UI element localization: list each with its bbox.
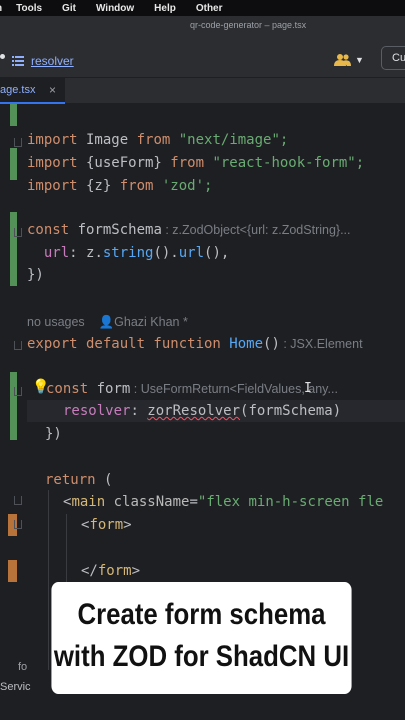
tab-page-tsx[interactable]: age.tsx × [0,78,65,104]
code-line-form-close: </form> [81,563,141,579]
chevron-down-icon[interactable]: ▼ [355,55,364,65]
code-line-form: const form : UseFormReturn<FieldValues, … [46,381,338,397]
list-icon[interactable] [12,53,24,66]
code-line-close: }) [27,267,44,283]
fold-marker[interactable] [14,496,22,505]
error-highlight[interactable]: zorResolver [147,403,240,419]
menu-item-window[interactable]: Window [96,3,134,14]
author-hint[interactable]: Ghazi Khan * [114,315,188,329]
toolbar: resolver ▼ Cu [0,36,405,78]
fold-marker[interactable] [14,228,22,237]
fold-marker[interactable] [14,520,22,529]
person-icon: 👤 [98,315,115,329]
text-cursor-icon: I [304,381,312,396]
change-marker [10,212,17,286]
window-title: qr-code-generator – page.tsx [190,20,307,30]
fold-marker[interactable] [14,341,22,350]
users-icon[interactable] [334,53,352,71]
change-marker [10,104,17,126]
close-icon[interactable]: × [49,83,56,97]
menu-item-tools[interactable]: Tools [16,3,42,14]
code-line-import-zod: import {z} from 'zod'; [27,178,213,194]
code-line-url: url: z.string().url(), [43,245,230,261]
code-line-close-2: }) [45,426,62,442]
window-title-bar: qr-code-generator – page.tsx [0,16,405,36]
menu-item-other[interactable]: Other [196,3,223,14]
menu-item-navigate[interactable]: n [0,3,2,14]
editor-tab-bar: age.tsx × [0,78,405,104]
services-tool-window[interactable]: Servic [0,681,31,693]
commit-button[interactable]: Cu [381,46,405,70]
code-line-form-schema: const formSchema : z.ZodObject<{url: z.Z… [27,222,351,238]
change-marker [10,372,17,440]
code-line-resolver: resolver: zorResolver(formSchema) [63,403,342,419]
menu-bar: n Tools Git Window Help Other [0,0,405,16]
caption-line-2: with ZOD for ShadCN UI [53,640,350,673]
menu-item-help[interactable]: Help [154,3,176,14]
menu-item-git[interactable]: Git [62,3,76,14]
fold-marker[interactable] [14,138,22,147]
tab-label: age.tsx [0,84,36,96]
code-line-main: <main className="flex min-h-screen fle [63,494,384,510]
caption-line-1: Create form schema [77,598,326,631]
usages-hint[interactable]: no usages [27,315,85,329]
branch-selector[interactable]: resolver [31,54,74,68]
change-marker [10,148,17,180]
code-line-import-image: import Image from "next/image"; [27,132,289,148]
fold-marker[interactable] [14,387,22,396]
code-line-export: export default function Home() : JSX.Ele… [27,336,363,352]
code-lens: no usages 👤Ghazi Khan * [27,314,188,330]
status-dot [0,54,5,59]
indent-guide [48,490,49,670]
code-line-form-open: <form> [81,517,132,533]
panel-label[interactable]: fo [18,661,27,673]
video-caption: Create form schema with ZOD for ShadCN U… [51,582,352,694]
code-line-import-useform: import {useForm} from "react-hook-form"; [27,155,365,171]
change-marker [8,560,17,582]
code-line-return: return ( [45,472,113,488]
